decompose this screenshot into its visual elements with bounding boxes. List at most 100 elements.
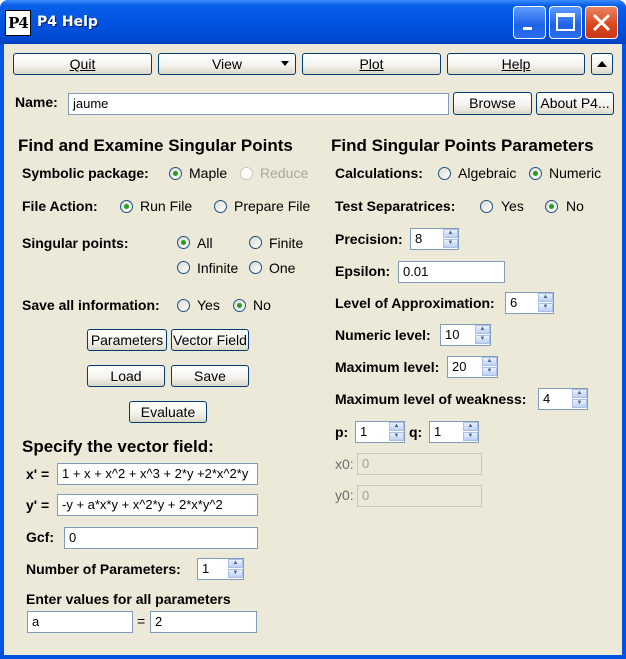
spin-down-icon[interactable]: ▼ — [482, 367, 497, 376]
close-button[interactable] — [585, 6, 618, 39]
vector-field-button[interactable]: Vector Field — [171, 329, 249, 351]
title-bar[interactable]: P4 P4 Help — [0, 0, 626, 44]
browse-button[interactable]: Browse — [453, 92, 532, 115]
level-approx-label: Level of Approximation: — [335, 295, 495, 311]
y0-input: 0 — [357, 485, 482, 507]
evaluate-button[interactable]: Evaluate — [129, 401, 207, 423]
name-input[interactable]: jaume — [68, 93, 449, 115]
numeric-level-label: Numeric level: — [335, 327, 431, 343]
window-title: P4 Help — [37, 14, 98, 30]
save-info-label: Save all information: — [22, 297, 160, 313]
radio-prepare-file[interactable] — [214, 200, 227, 213]
save-no-label: No — [253, 297, 271, 313]
quit-label: Quit — [69, 56, 96, 72]
find-examine-heading: Find and Examine Singular Points — [18, 136, 293, 155]
xprime-label: x' = — [26, 466, 50, 482]
spin-arrows[interactable]: ▲ ▼ — [475, 325, 490, 345]
spin-arrows[interactable]: ▲ ▼ — [538, 293, 553, 313]
maximum-level-value: 20 — [452, 359, 467, 374]
spin-up-icon[interactable]: ▲ — [475, 325, 490, 334]
radio-separatrices-no[interactable] — [545, 200, 558, 213]
spin-down-icon[interactable]: ▼ — [228, 569, 243, 578]
spin-up-icon[interactable]: ▲ — [228, 559, 243, 568]
calculations-label: Calculations: — [335, 165, 423, 181]
collapse-button[interactable] — [591, 53, 613, 75]
minimize-button[interactable] — [513, 6, 546, 39]
q-value: 1 — [434, 424, 442, 439]
spin-down-icon[interactable]: ▼ — [443, 239, 458, 248]
symbolic-package-label: Symbolic package: — [22, 165, 149, 181]
num-params-label: Number of Parameters: — [26, 561, 181, 577]
spin-up-icon[interactable]: ▲ — [482, 357, 497, 366]
gcf-label: Gcf: — [26, 529, 54, 545]
numeric-level-spinbox[interactable]: 10 ▲ ▼ — [440, 324, 491, 346]
spin-up-icon[interactable]: ▲ — [538, 293, 553, 302]
precision-spinbox[interactable]: 8 ▲ ▼ — [410, 228, 459, 250]
q-spinbox[interactable]: 1 ▲ ▼ — [429, 421, 479, 443]
help-button[interactable]: Help — [447, 53, 585, 75]
plot-label: Plot — [359, 56, 384, 72]
radio-infinite[interactable] — [177, 261, 190, 274]
spin-arrows[interactable]: ▲ ▼ — [463, 422, 478, 442]
separatrices-no-label: No — [566, 198, 584, 214]
spin-up-icon[interactable]: ▲ — [443, 229, 458, 238]
radio-maple[interactable] — [169, 167, 182, 180]
radio-finite[interactable] — [249, 236, 262, 249]
find-params-heading: Find Singular Points Parameters — [331, 136, 594, 155]
param-name-input[interactable]: a — [27, 611, 133, 633]
plot-button[interactable]: Plot — [302, 53, 441, 75]
spin-arrows[interactable]: ▲ ▼ — [228, 559, 243, 579]
all-label: All — [197, 235, 213, 251]
spin-down-icon[interactable]: ▼ — [475, 335, 490, 344]
client-area: Quit View Plot Help Name: jaume Browse A… — [4, 44, 622, 655]
name-label: Name: — [15, 94, 58, 110]
infinite-label: Infinite — [197, 260, 239, 276]
algebraic-label: Algebraic — [458, 165, 517, 181]
max-weakness-spinbox[interactable]: 4 ▲ ▼ — [538, 388, 588, 410]
radio-algebraic[interactable] — [438, 167, 451, 180]
xprime-input[interactable]: 1 + x + x^2 + x^3 + 2*y +2*x^2*y — [57, 463, 258, 485]
spin-arrows[interactable]: ▲ ▼ — [572, 389, 587, 409]
radio-run-file[interactable] — [120, 200, 133, 213]
spin-down-icon[interactable]: ▼ — [463, 432, 478, 441]
spin-down-icon[interactable]: ▼ — [538, 303, 553, 312]
prepare-file-label: Prepare File — [234, 198, 311, 214]
spin-up-icon[interactable]: ▲ — [572, 389, 587, 398]
parameters-button[interactable]: Parameters — [87, 329, 167, 351]
level-approx-spinbox[interactable]: 6 ▲ ▼ — [505, 292, 554, 314]
quit-button[interactable]: Quit — [13, 53, 152, 75]
run-file-label: Run File — [140, 198, 193, 214]
save-button[interactable]: Save — [171, 365, 249, 387]
num-params-spinbox[interactable]: 1 ▲ ▼ — [197, 558, 244, 580]
maximum-level-spinbox[interactable]: 20 ▲ ▼ — [447, 356, 498, 378]
spin-up-icon[interactable]: ▲ — [389, 422, 404, 431]
save-yes-label: Yes — [197, 297, 220, 313]
radio-numeric[interactable] — [529, 167, 542, 180]
param-value-input[interactable]: 2 — [150, 611, 257, 633]
spin-arrows[interactable]: ▲ ▼ — [389, 422, 404, 442]
spin-arrows[interactable]: ▲ ▼ — [443, 229, 458, 249]
radio-save-no[interactable] — [233, 299, 246, 312]
radio-one[interactable] — [249, 261, 262, 274]
level-approx-value: 6 — [510, 295, 518, 310]
close-icon — [592, 13, 611, 32]
spin-up-icon[interactable]: ▲ — [463, 422, 478, 431]
gcf-input[interactable]: 0 — [64, 527, 258, 549]
yprime-input[interactable]: -y + a*x*y + x^2*y + 2*x*y^2 — [57, 494, 258, 516]
spin-arrows[interactable]: ▲ ▼ — [482, 357, 497, 377]
p-spinbox[interactable]: 1 ▲ ▼ — [355, 421, 405, 443]
radio-all[interactable] — [177, 236, 190, 249]
radio-separatrices-yes[interactable] — [480, 200, 493, 213]
maximize-button[interactable] — [549, 6, 582, 39]
numeric-label: Numeric — [549, 165, 602, 181]
load-button[interactable]: Load — [87, 365, 165, 387]
spin-down-icon[interactable]: ▼ — [389, 432, 404, 441]
spin-down-icon[interactable]: ▼ — [572, 399, 587, 408]
singular-points-label: Singular points: — [22, 235, 129, 251]
view-menu-button[interactable]: View — [158, 53, 296, 75]
p-value: 1 — [360, 424, 368, 439]
radio-save-yes[interactable] — [177, 299, 190, 312]
epsilon-input[interactable]: 0.01 — [398, 261, 505, 283]
about-button[interactable]: About P4... — [536, 92, 614, 115]
epsilon-label: Epsilon: — [335, 263, 391, 279]
